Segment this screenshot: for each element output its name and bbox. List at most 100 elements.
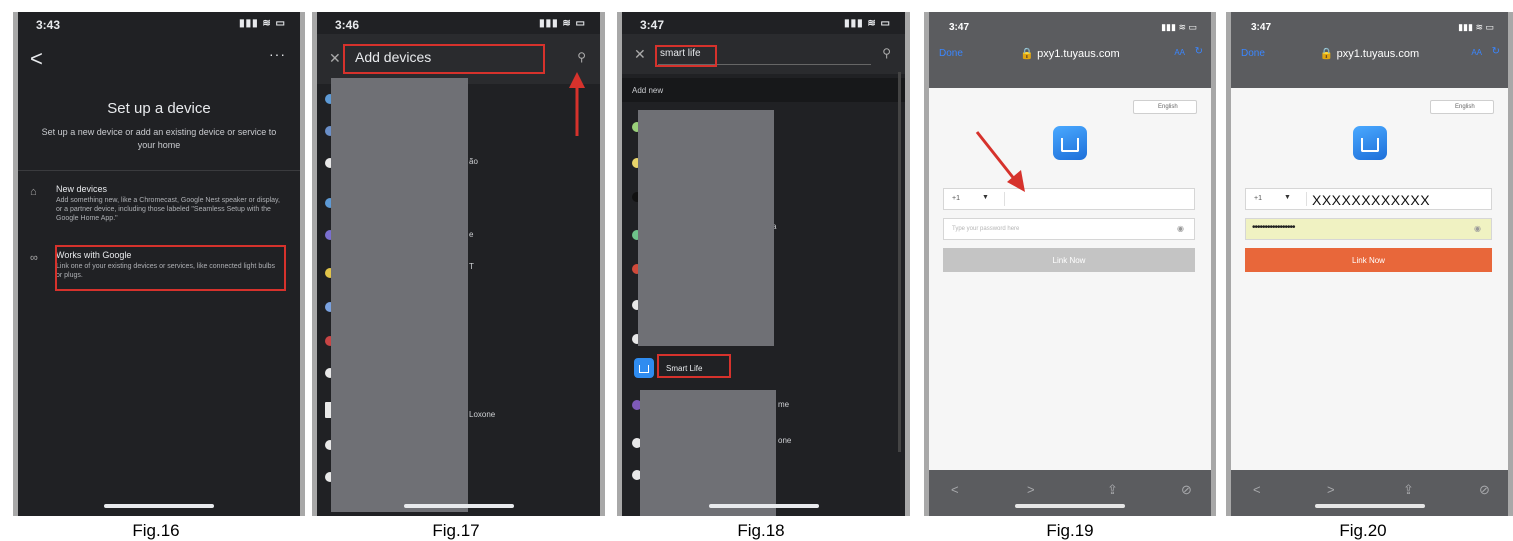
login-page: English +1 ▼ XXXXXXXXXXXX ••••••••••••••… — [1231, 88, 1508, 470]
figure-caption: Fig.17 — [432, 521, 480, 540]
country-code: +1 — [952, 195, 960, 202]
list-item-fragment: one — [778, 436, 792, 445]
highlight-works-with-google — [55, 245, 286, 291]
eye-icon[interactable]: ◉ — [1474, 224, 1481, 233]
url-bar[interactable]: 🔒 pxy1.tuyaus.com — [929, 47, 1211, 60]
link-now-button[interactable]: Link Now — [943, 248, 1195, 272]
screenshot-fig20: 3:47 ▮▮▮ ≋ ▭ Done 🔒 pxy1.tuyaus.com AA ↻… — [1226, 12, 1513, 516]
red-arrow-icon — [569, 72, 585, 136]
text-size-button[interactable]: AA — [1174, 48, 1185, 57]
smart-life-app-icon — [1053, 126, 1087, 160]
figure-caption: Fig.20 — [1339, 521, 1387, 540]
search-icon[interactable]: ⚲ — [577, 50, 586, 64]
reload-icon[interactable]: ↻ — [1492, 46, 1500, 57]
status-time: 3:47 — [1251, 22, 1272, 33]
login-page: English +1 ▼ Type your password here ◉ L… — [929, 88, 1211, 470]
smart-life-app-icon — [1352, 126, 1387, 160]
link-now-button[interactable]: Link Now — [1245, 248, 1492, 272]
language-select[interactable]: English — [1430, 100, 1494, 114]
list-item-fragment: T — [469, 262, 474, 271]
screenshot-fig16: 3:43 ▮▮▮ ≋ ▭ < ··· Set up a device Set u… — [13, 12, 305, 516]
status-time: 3:43 — [36, 18, 61, 32]
status-bar: 3:46 ▮▮▮ ≋ ▭ — [317, 12, 600, 34]
option-new-devices[interactable]: ⌂ New devices Add something new, like a … — [18, 184, 300, 244]
list-item-fragment: me — [778, 400, 790, 409]
list-item-fragment: Loxone — [469, 410, 496, 419]
signal-wifi-battery-icon: ▮▮▮ ≋ ▭ — [844, 18, 891, 29]
share-icon[interactable]: ⇪ — [1403, 482, 1414, 498]
safari-top-bar: 3:47 ▮▮▮ ≋ ▭ Done 🔒 pxy1.tuyaus.com AA ↻ — [1231, 12, 1508, 88]
close-icon[interactable]: ✕ — [329, 50, 341, 67]
house-icon — [1360, 138, 1379, 152]
highlight-search-text — [655, 45, 717, 67]
back-icon[interactable]: < — [1253, 482, 1261, 497]
status-bar: 3:47 ▮▮▮ ≋ ▭ — [622, 12, 905, 34]
more-options-icon[interactable]: ··· — [269, 46, 286, 62]
back-icon[interactable]: < — [951, 482, 959, 497]
home-indicator — [1015, 504, 1125, 508]
country-code: +1 — [1254, 195, 1262, 202]
status-bar: 3:43 ▮▮▮ ≋ ▭ — [18, 12, 300, 34]
scrollbar[interactable] — [898, 72, 901, 452]
url-bar[interactable]: 🔒 pxy1.tuyaus.com — [1231, 47, 1508, 60]
screenshot-fig18: 3:47 ▮▮▮ ≋ ▭ ✕ smart life ⚲ Add new a me… — [617, 12, 910, 516]
list-item-fragment: e — [469, 230, 474, 239]
option-description: Add something new, like a Chromecast, Go… — [56, 197, 280, 222]
eye-icon[interactable]: ◉ — [1177, 224, 1184, 233]
forward-icon[interactable]: > — [1327, 482, 1335, 497]
phone-screen: 3:46 ▮▮▮ ≋ ▭ ✕ Add devices ⚲ ão e T Loxo… — [317, 12, 600, 516]
phone-screen: 3:47 ▮▮▮ ≋ ▭ Done 🔒 pxy1.tuyaus.com AA ↻… — [929, 12, 1211, 516]
field-divider — [1306, 192, 1307, 206]
close-icon[interactable]: ✕ — [634, 46, 646, 63]
screenshot-fig17: 3:46 ▮▮▮ ≋ ▭ ✕ Add devices ⚲ ão e T Loxo… — [312, 12, 605, 516]
compass-icon[interactable]: ⊘ — [1181, 482, 1192, 498]
home-indicator — [104, 504, 214, 508]
house-icon — [1061, 138, 1079, 152]
redacted-area — [638, 110, 774, 346]
signal-wifi-battery-icon: ▮▮▮ ≋ ▭ — [539, 18, 586, 29]
phone-screen: 3:47 ▮▮▮ ≋ ▭ Done 🔒 pxy1.tuyaus.com AA ↻… — [1231, 12, 1508, 516]
option-title: New devices — [56, 184, 108, 194]
safari-bottom-bar: < > ⇪ ⊘ — [1231, 470, 1508, 516]
figure-caption: Fig.18 — [737, 521, 785, 540]
status-time: 3:47 — [640, 18, 665, 32]
page-title: Set up a device — [107, 100, 211, 117]
password-field[interactable]: ••••••••••••••••• ◉ — [1245, 218, 1492, 240]
language-select[interactable]: English — [1133, 100, 1197, 114]
home-indicator — [1314, 504, 1425, 508]
phone-field[interactable]: +1 ▼ XXXXXXXXXXXX — [1245, 188, 1492, 210]
share-icon[interactable]: ⇪ — [1107, 482, 1118, 498]
smart-life-app-icon — [634, 358, 654, 378]
signal-wifi-battery-icon: ▮▮▮ ≋ ▭ — [239, 18, 286, 29]
add-new-label: Add new — [632, 86, 664, 95]
phone-input[interactable]: XXXXXXXXXXXX — [1312, 192, 1430, 208]
link-icon: ∞ — [30, 252, 38, 264]
red-arrow-icon — [975, 131, 1025, 192]
compass-icon[interactable]: ⊘ — [1479, 482, 1490, 498]
status-time: 3:46 — [335, 18, 360, 32]
redacted-area — [640, 390, 776, 516]
add-new-header: Add new — [622, 78, 905, 102]
dropdown-caret-icon[interactable]: ▼ — [1284, 194, 1291, 201]
password-input[interactable]: Type your password here — [952, 226, 1019, 232]
screenshot-fig19: 3:47 ▮▮▮ ≋ ▭ Done 🔒 pxy1.tuyaus.com AA ↻… — [924, 12, 1216, 516]
password-input[interactable]: ••••••••••••••••• — [1252, 222, 1296, 233]
divider — [18, 170, 300, 171]
highlight-search-field — [343, 44, 545, 74]
text-size-button[interactable]: AA — [1471, 48, 1482, 57]
status-time: 3:47 — [949, 22, 970, 33]
phone-screen: 3:47 ▮▮▮ ≋ ▭ ✕ smart life ⚲ Add new a me… — [622, 12, 905, 516]
password-field[interactable]: Type your password here ◉ — [943, 218, 1195, 240]
back-icon[interactable]: < — [30, 46, 43, 72]
figure-caption: Fig.19 — [1046, 521, 1094, 540]
highlight-smart-life — [657, 354, 731, 378]
forward-icon[interactable]: > — [1027, 482, 1035, 497]
house-icon — [639, 365, 649, 373]
safari-bottom-bar: < > ⇪ ⊘ — [929, 470, 1211, 516]
phone-screen: 3:43 ▮▮▮ ≋ ▭ < ··· Set up a device Set u… — [18, 12, 300, 516]
reload-icon[interactable]: ↻ — [1195, 46, 1203, 57]
search-icon[interactable]: ⚲ — [882, 46, 891, 60]
home-indicator — [403, 504, 514, 508]
home-icon: ⌂ — [30, 186, 37, 198]
redacted-area — [331, 78, 468, 512]
